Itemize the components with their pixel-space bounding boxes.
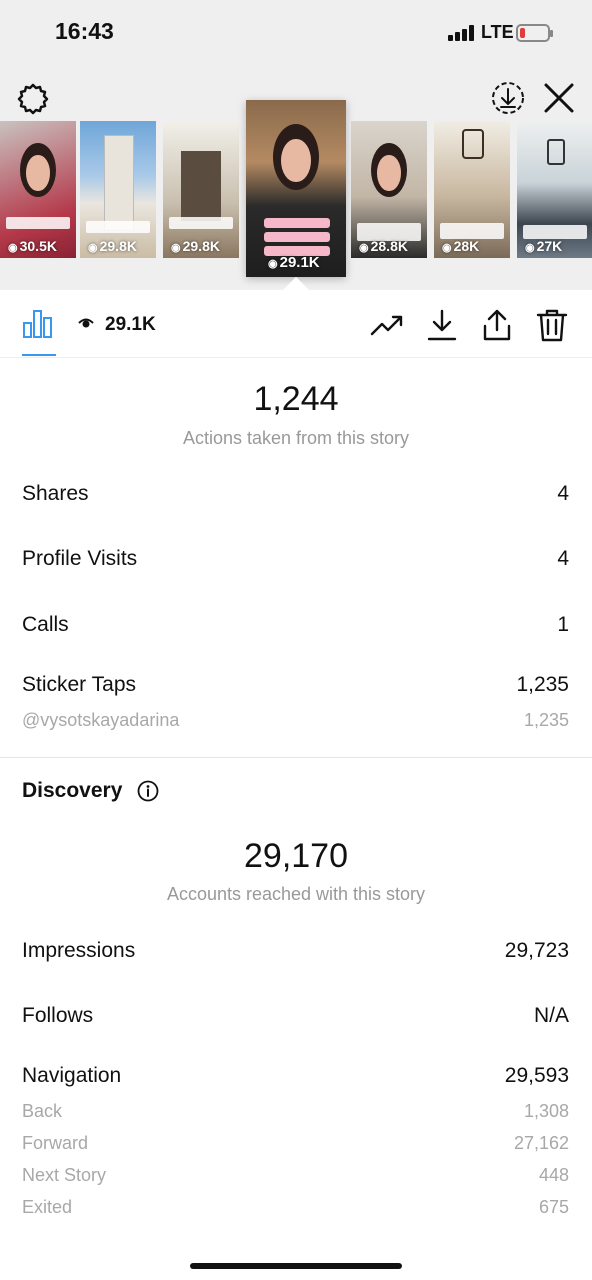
story-views: 30.5K (19, 238, 57, 254)
forward-value: 27,162 (513, 1133, 569, 1153)
navigation-value: 29,593 (504, 1064, 569, 1087)
profile-visits-value: 4 (557, 547, 569, 570)
trending-icon[interactable] (370, 308, 404, 342)
network-label: LTE (481, 22, 514, 42)
sticker-handle-value: 1,235 (523, 710, 569, 730)
sticker-taps-row: Sticker Taps 1,235 (22, 673, 569, 697)
exited-label: Exited (22, 1197, 73, 1217)
story-thumbnail[interactable]: ◉ 28K (434, 121, 510, 258)
story-thumbnail[interactable]: ◉ 28.8K (351, 121, 427, 258)
next-story-value: 448 (538, 1165, 569, 1185)
profile-visits-row: Profile Visits 4 (22, 547, 569, 571)
active-tab-indicator (22, 354, 56, 356)
story-thumbnail[interactable]: ◉ 27K (517, 121, 592, 258)
info-icon[interactable] (137, 780, 159, 802)
eye-icon (78, 318, 94, 328)
shares-row: Shares 4 (22, 482, 569, 506)
actions-total: 1,244 (253, 380, 339, 418)
back-value: 1,308 (523, 1101, 569, 1121)
viewer-count[interactable]: 29.1K (105, 314, 156, 336)
shares-label: Shares (22, 482, 89, 505)
discovery-title: Discovery (22, 779, 123, 802)
forward-row: Forward 27,162 (22, 1133, 569, 1154)
sticker-taps-value: 1,235 (516, 673, 569, 696)
exited-row: Exited 675 (22, 1197, 569, 1218)
signal-icon (448, 25, 476, 41)
accounts-reached: 29,170 (244, 837, 348, 875)
impressions-label: Impressions (22, 939, 136, 962)
profile-visits-label: Profile Visits (22, 547, 138, 570)
story-views: 29.1K (279, 254, 320, 271)
insights-chart-icon[interactable] (22, 308, 54, 338)
battery-icon (516, 24, 553, 42)
story-views: 29.8K (182, 238, 220, 254)
forward-label: Forward (22, 1133, 89, 1153)
story-views: 28K (453, 238, 480, 254)
active-story-pointer (282, 277, 310, 291)
calls-value: 1 (557, 613, 569, 636)
insights-toolbar: 29.1K (0, 290, 592, 358)
story-thumbnail[interactable]: ◉ 29.8K (163, 121, 239, 258)
follows-label: Follows (22, 1004, 94, 1027)
calls-label: Calls (22, 613, 69, 636)
share-icon[interactable] (480, 308, 514, 342)
next-story-label: Next Story (22, 1165, 107, 1185)
sticker-taps-label: Sticker Taps (22, 673, 136, 696)
impressions-row: Impressions 29,723 (22, 939, 569, 963)
story-views: 28.8K (370, 238, 408, 254)
story-header: 16:43 LTE ◉ 30.5K ◉ 29.8K ◉ 29.8K ◉ 29.1K (0, 0, 592, 291)
sticker-handle-row: @vysotskayadarina 1,235 (22, 710, 569, 731)
shares-value: 4 (557, 482, 569, 505)
navigation-row: Navigation 29,593 (22, 1064, 569, 1088)
story-thumbnail-active[interactable]: ◉ 29.1K (246, 100, 346, 277)
save-story-icon[interactable] (490, 80, 526, 116)
home-indicator[interactable] (190, 1263, 402, 1269)
navigation-label: Navigation (22, 1064, 122, 1087)
section-divider (0, 757, 592, 758)
story-thumbnail[interactable]: ◉ 29.8K (80, 121, 156, 258)
follows-row: Follows N/A (22, 1004, 569, 1028)
actions-subtitle: Actions taken from this story (182, 428, 410, 448)
follows-value: N/A (533, 1004, 569, 1027)
impressions-value: 29,723 (504, 939, 569, 962)
download-icon[interactable] (425, 308, 459, 342)
settings-icon[interactable] (16, 82, 50, 116)
story-views: 29.8K (99, 238, 137, 254)
back-row: Back 1,308 (22, 1101, 569, 1122)
sticker-handle: @vysotskayadarina (22, 710, 180, 730)
calls-row: Calls 1 (22, 613, 569, 637)
back-label: Back (22, 1101, 63, 1121)
close-icon[interactable] (541, 80, 577, 116)
status-time: 16:43 (55, 18, 114, 44)
exited-value: 675 (538, 1197, 569, 1217)
story-views: 27K (536, 238, 563, 254)
delete-icon[interactable] (535, 308, 569, 342)
status-bar: 16:43 LTE (0, 0, 592, 66)
reached-subtitle: Accounts reached with this story (166, 884, 426, 904)
next-story-row: Next Story 448 (22, 1165, 569, 1186)
story-thumbnail[interactable]: ◉ 30.5K (0, 121, 76, 258)
